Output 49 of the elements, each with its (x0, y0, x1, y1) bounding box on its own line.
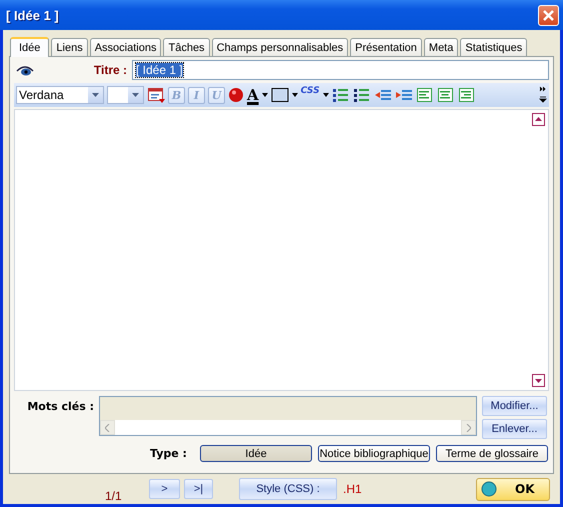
align-center-icon[interactable] (436, 87, 455, 103)
align-right-icon[interactable] (458, 87, 476, 103)
tab[interactable]: Présentation (350, 38, 422, 56)
caret-icon[interactable] (322, 93, 329, 97)
size-dropdown[interactable] (107, 86, 144, 104)
caret-icon (132, 93, 139, 97)
table-icon[interactable] (147, 87, 165, 103)
keyword-button[interactable]: Enlever... (482, 419, 547, 439)
tab[interactable]: Associations (90, 38, 162, 56)
font-dropdown[interactable]: Verdana (16, 86, 104, 104)
circle-icon (481, 481, 497, 497)
border-icon[interactable] (270, 87, 289, 103)
window-title: [ Idée 1 ] (6, 8, 59, 22)
type-button[interactable]: Terme de glossaire (436, 445, 548, 462)
font-color-button[interactable]: A (247, 87, 259, 103)
caret-icon[interactable] (262, 93, 268, 97)
style-value: .H1 (343, 482, 362, 496)
nav-button[interactable]: >| (184, 479, 213, 499)
tab[interactable]: Champs personnalisables (212, 38, 348, 56)
tab[interactable]: Tâches (163, 38, 210, 56)
eye-icon[interactable] (16, 64, 34, 76)
tab[interactable]: Liens (51, 38, 88, 56)
title-label: Titre : (94, 63, 127, 77)
title-field[interactable]: [ Idée 1 ] (132, 60, 549, 80)
type-label: Type : (150, 447, 188, 460)
css-button[interactable]: CSS (300, 86, 320, 96)
tab[interactable]: Idée (10, 37, 50, 57)
keyword-button[interactable]: Modifier... (482, 396, 547, 416)
indent-icon[interactable] (394, 87, 413, 103)
bullet-list-icon[interactable] (352, 87, 371, 103)
type-button[interactable]: Idée (200, 445, 312, 462)
keywords-label: Mots clés : (26, 399, 94, 415)
style-button[interactable]: Style (CSS) : (239, 478, 337, 500)
type-button[interactable]: Notice bibliographique (318, 445, 430, 462)
scroll-down-icon[interactable] (532, 374, 545, 387)
page-counter: 1/1 (105, 489, 123, 503)
caret-icon[interactable] (292, 93, 298, 97)
numbered-list-icon[interactable] (332, 87, 350, 103)
scroll-up-icon[interactable] (532, 113, 545, 126)
close-button[interactable] (538, 4, 559, 26)
record-icon[interactable] (228, 87, 244, 103)
close-icon (543, 10, 554, 20)
nav-button[interactable]: > (149, 479, 180, 499)
ok-button[interactable]: OK (476, 478, 550, 500)
tab[interactable]: Statistiques (460, 38, 528, 56)
caret-icon (92, 93, 99, 97)
tab[interactable]: Meta (424, 38, 458, 56)
align-left-icon[interactable] (416, 87, 434, 103)
overflow-icon[interactable] (539, 86, 547, 104)
